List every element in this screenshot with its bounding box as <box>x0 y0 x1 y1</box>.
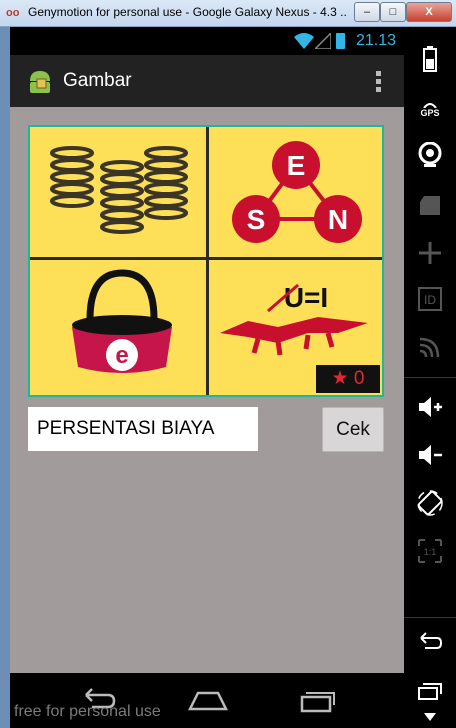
answer-input[interactable] <box>28 407 258 451</box>
bag-letter: e <box>115 342 128 369</box>
letter-triangle-image: E S N <box>226 135 376 252</box>
wifi-icon <box>294 33 314 49</box>
status-time: 21.13 <box>355 32 396 49</box>
maximize-button[interactable]: □ <box>380 2 406 22</box>
rotate-screen-icon[interactable] <box>416 489 444 517</box>
pixel-ratio-label: 1:1 <box>424 547 437 557</box>
network-widget-icon[interactable] <box>416 333 444 361</box>
toolbar-separator <box>404 617 456 618</box>
remote-control-widget-icon[interactable] <box>416 239 444 267</box>
grid-divider-vertical <box>206 127 209 395</box>
puzzle-image: E S N e U=I ★ 0 <box>28 125 384 397</box>
star-count-badge: ★ 0 <box>316 365 380 393</box>
grid-divider-horizontal <box>30 257 382 260</box>
action-bar: Gambar <box>10 55 404 107</box>
device-id-widget-icon[interactable]: ID <box>416 285 444 313</box>
signal-icon <box>315 33 331 49</box>
scroll-down-icon[interactable] <box>416 709 444 725</box>
webcam-widget-icon[interactable] <box>416 141 444 169</box>
toolbar-separator <box>404 377 456 378</box>
croc-formula-text: U=I <box>284 282 328 313</box>
screencast-widget-icon[interactable] <box>416 191 444 219</box>
gps-label: GPS <box>420 108 440 118</box>
minimize-button[interactable]: – <box>354 2 380 22</box>
device-screen: 21.13 Gambar E S N e U=I ★ 0 PERSENTASI … <box>10 27 404 728</box>
check-button[interactable]: Cek <box>322 407 384 452</box>
pixel-ratio-icon[interactable]: 1:1 <box>416 537 444 565</box>
android-app-icon[interactable] <box>26 67 54 95</box>
volume-up-icon[interactable] <box>416 393 444 421</box>
handbag-image: e <box>62 267 182 392</box>
window-titlebar: oo Genymotion for personal use - Google … <box>0 0 456 27</box>
genymotion-logo-icon: oo <box>6 7 20 19</box>
triangle-letter-right: N <box>328 204 348 235</box>
star-count: 0 <box>353 368 365 389</box>
recent-apps-icon[interactable] <box>298 685 338 715</box>
triangle-letter-top: E <box>287 150 306 181</box>
navigation-bar: free for personal use <box>10 673 404 728</box>
battery-icon <box>336 33 345 49</box>
gps-widget-icon[interactable]: GPS <box>416 95 444 123</box>
window-title: Genymotion for personal use - Google Gal… <box>28 5 348 19</box>
emu-recent-apps-icon[interactable] <box>416 677 444 705</box>
triangle-letter-left: S <box>247 204 266 235</box>
overflow-menu-icon[interactable] <box>376 71 382 95</box>
emu-back-icon[interactable] <box>416 627 444 655</box>
springs-image <box>44 139 194 244</box>
home-icon[interactable] <box>186 685 230 715</box>
close-button[interactable]: X <box>406 2 452 22</box>
device-id-label: ID <box>424 293 436 307</box>
crocodile-image: U=I <box>218 277 378 372</box>
battery-widget-icon[interactable] <box>416 45 444 73</box>
app-title: Gambar <box>63 70 132 91</box>
main-content: E S N e U=I ★ 0 PERSENTASI BIAYA Cek <box>10 107 404 673</box>
status-bar: 21.13 <box>10 27 404 55</box>
star-icon: ★ <box>331 368 349 389</box>
volume-down-icon[interactable] <box>416 441 444 469</box>
watermark-text: free for personal use <box>14 703 161 720</box>
emulator-toolbar: GPS ID 1:1 <box>404 27 456 728</box>
